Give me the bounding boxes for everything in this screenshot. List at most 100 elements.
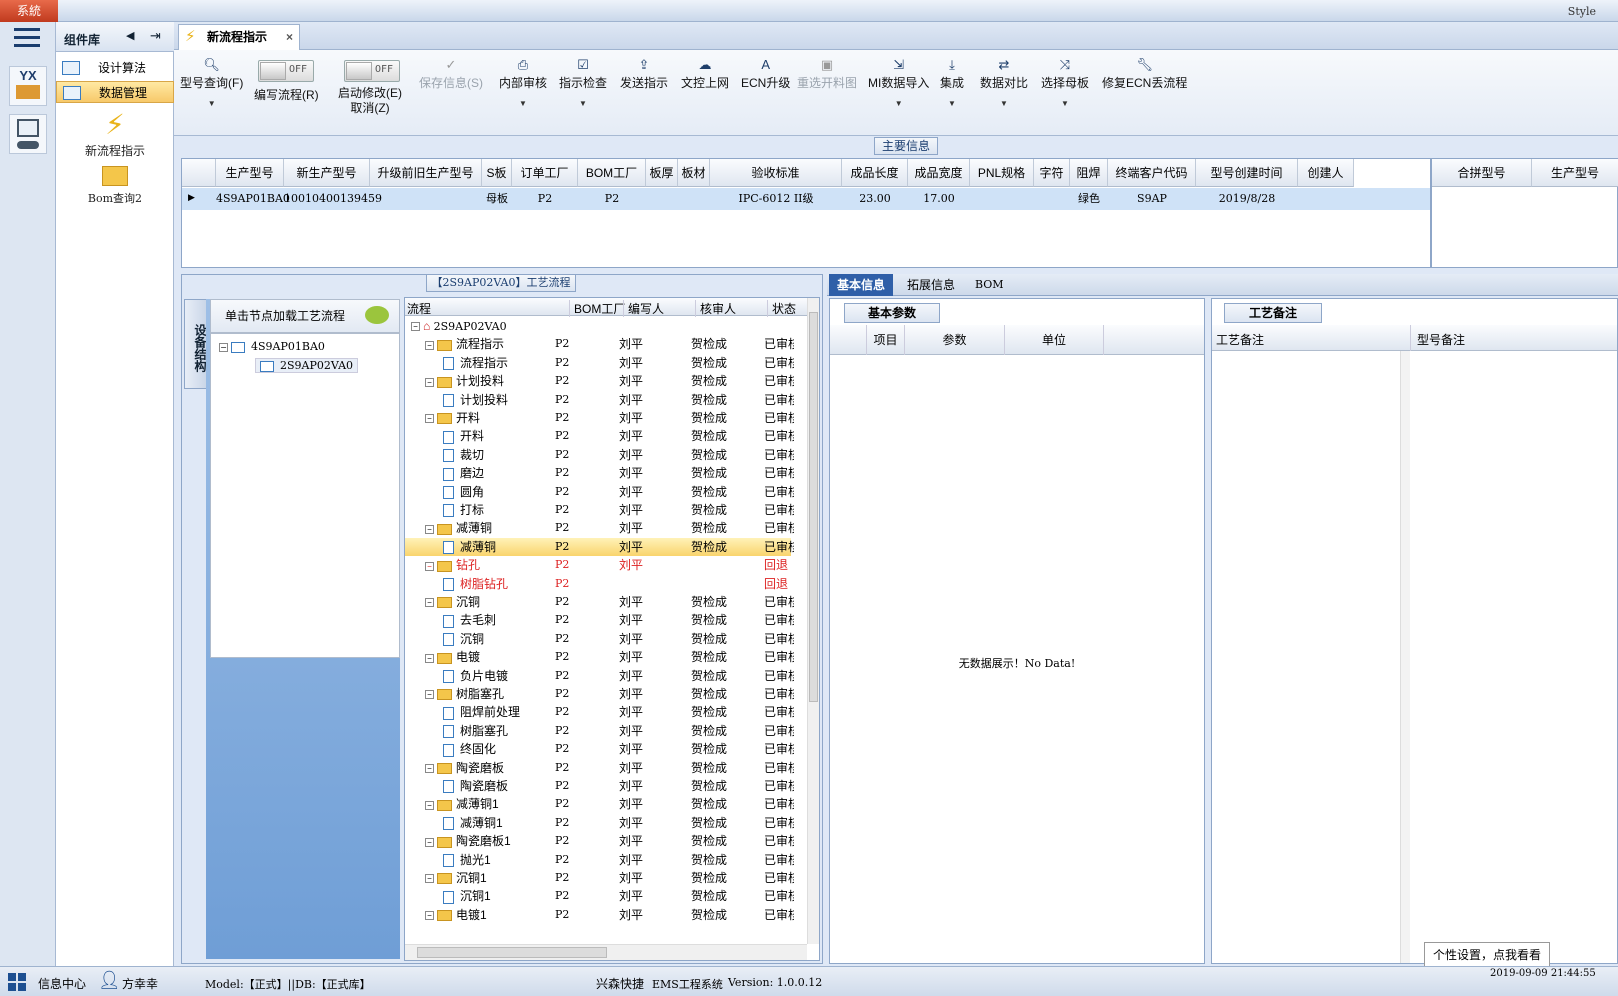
flow-row[interactable]: 负片电镀 P2 刘平 贺检成 已审核 [405, 667, 794, 685]
merge-model-col[interactable]: 合拼型号 [1432, 159, 1532, 187]
mi-import-button[interactable]: ⇲ MI数据导入 ▼ [868, 56, 929, 108]
yx-factory-icon[interactable]: YX [9, 66, 47, 106]
flow-row[interactable]: 流程指示 P2 刘平 贺检成 已审核 [405, 354, 794, 372]
flow-row[interactable]: 开料 P2 刘平 贺检成 已审核 [405, 427, 794, 445]
flow-row[interactable]: 磨边 P2 刘平 贺检成 已审核 [405, 464, 794, 482]
flow-row[interactable]: −电镀 P2 刘平 贺检成 已审核 [405, 648, 794, 666]
col-flow[interactable]: 流程 [407, 300, 431, 317]
tree-node-4s9ap01ba0[interactable]: −4S9AP01BA0 [219, 340, 325, 353]
tab-extended-info[interactable]: 拓展信息 [899, 274, 963, 296]
save-info-button[interactable]: ✓ 保存信息(S) [419, 56, 483, 91]
main-info-col[interactable]: BOM工厂 [578, 159, 646, 187]
flow-row[interactable]: −树脂塞孔 P2 刘平 贺检成 已审核 [405, 685, 794, 703]
model-query-button[interactable]: 🔍︎ 型号查询(F) ▼ [180, 56, 243, 108]
flow-row[interactable]: 圆角 P2 刘平 贺检成 已审核 [405, 483, 794, 501]
remarks-scrollbar[interactable] [1400, 351, 1410, 963]
windows-grid-icon[interactable] [8, 973, 26, 991]
personal-settings-tip[interactable]: 个性设置，点我看看 [1424, 942, 1550, 968]
main-info-col[interactable]: S板 [482, 159, 512, 187]
lib-item-design-algorithm[interactable]: 设计算法 [56, 57, 174, 79]
flow-row[interactable]: 减薄铜1 P2 刘平 贺检成 已审核 [405, 814, 794, 832]
flow-row[interactable]: 减薄铜 P2 刘平 贺检成 已审核 [405, 537, 794, 557]
start-modify-toggle[interactable]: OFF [344, 60, 400, 82]
doc-upload-button[interactable]: ☁ 文控上网 [681, 56, 729, 91]
main-info-col[interactable]: 生产型号 [216, 159, 284, 187]
flow-row[interactable]: −开料 P2 刘平 贺检成 已审核 [405, 409, 794, 427]
main-info-col[interactable]: 升级前旧生产型号 [370, 159, 482, 187]
system-menu-button[interactable]: 系統 [0, 0, 58, 22]
main-info-col[interactable]: 创建人 [1298, 159, 1354, 187]
tab-basic-info[interactable]: 基本信息 [829, 274, 894, 296]
flow-row[interactable]: −计划投料 P2 刘平 贺检成 已审核 [405, 372, 794, 390]
flow-row[interactable]: 裁切 P2 刘平 贺检成 已审核 [405, 446, 794, 464]
calculator-icon[interactable] [9, 114, 47, 154]
tree-node-2s9ap02va0[interactable]: 2S9AP02VA0 [255, 358, 359, 373]
flow-row[interactable]: −陶瓷磨板 P2 刘平 贺检成 已审核 [405, 759, 794, 777]
flow-row[interactable]: −流程指示 P2 刘平 贺检成 已审核 [405, 335, 794, 353]
flow-row[interactable]: 终固化 P2 刘平 贺检成 已审核 [405, 740, 794, 758]
flow-row[interactable]: 阻焊前处理 P2 刘平 贺检成 已审核 [405, 703, 794, 721]
flow-row[interactable]: 沉铜 P2 刘平 贺检成 已审核 [405, 630, 794, 648]
flow-row[interactable]: −沉铜 P2 刘平 贺检成 已审核 [405, 593, 794, 611]
hamburger-menu-icon[interactable] [14, 28, 40, 50]
flow-row[interactable]: −沉铜1 P2 刘平 贺检成 已审核 [405, 869, 794, 887]
data-compare-button[interactable]: ⇄ 数据对比 ▼ [980, 56, 1028, 108]
main-info-col[interactable]: 阻焊 [1070, 159, 1108, 187]
repair-ecn-button[interactable]: 🔧︎ 修复ECN丢流程 [1102, 56, 1187, 91]
main-info-col[interactable]: 板材 [678, 159, 710, 187]
main-info-col[interactable]: 新生产型号 [284, 159, 370, 187]
col-item[interactable]: 项目 [866, 325, 904, 355]
main-info-col[interactable]: 型号创建时间 [1196, 159, 1298, 187]
flow-row[interactable]: −减薄铜 P2 刘平 贺检成 已审核 [405, 519, 794, 537]
horizontal-scrollbar[interactable] [405, 944, 807, 960]
main-info-col[interactable]: 板厚 [646, 159, 678, 187]
edit-flow-toggle[interactable]: OFF [258, 60, 314, 82]
collapse-arrow-icon[interactable]: ◀ [126, 29, 134, 42]
close-icon[interactable]: × [286, 25, 293, 49]
tab-new-flow[interactable]: ⚡ 新流程指示 × [178, 24, 300, 50]
internal-review-button[interactable]: ⎙ 内部审核 ▼ [499, 56, 547, 108]
col-model-remark[interactable]: 型号备注 [1410, 325, 1471, 351]
flow-row[interactable]: 树脂塞孔 P2 刘平 贺检成 已审核 [405, 722, 794, 740]
flow-row[interactable]: − 钻孔 P2 刘平 回退 [405, 556, 791, 574]
flow-row[interactable]: 沉铜1 P2 刘平 贺检成 已审核 [405, 887, 794, 905]
col-bom-factory[interactable]: BOM工厂 [569, 300, 625, 317]
send-instruction-button[interactable]: ⇪ 发送指示 [620, 56, 668, 91]
main-info-col[interactable]: 字符 [1034, 159, 1070, 187]
col-param[interactable]: 参数 [904, 325, 1004, 355]
tree-root[interactable]: − ⌂ 2S9AP02VA0 [405, 317, 791, 335]
integrate-button[interactable]: ⤓ 集成 ▼ [940, 56, 964, 108]
flow-row[interactable]: 抛光1 P2 刘平 贺检成 已审核 [405, 851, 794, 869]
main-info-col[interactable]: 成品长度 [842, 159, 908, 187]
main-info-col[interactable]: 终端客户代码 [1108, 159, 1196, 187]
col-reviewer[interactable]: 核审人 [695, 300, 736, 317]
check-instruction-button[interactable]: ☑ 指示检查 ▼ [559, 56, 607, 108]
info-center-label[interactable]: 信息中心 [38, 975, 86, 992]
flow-row[interactable]: 去毛刺 P2 刘平 贺检成 已审核 [405, 611, 794, 629]
pin-icon[interactable]: ⇥ [150, 28, 161, 44]
vertical-scrollbar[interactable] [807, 298, 819, 944]
flow-row[interactable]: 树脂钻孔 P2 回退 [405, 575, 791, 593]
reselect-cut-button[interactable]: ▣ 重选开料图 [797, 56, 857, 91]
col-craft-remark[interactable]: 工艺备注 [1216, 331, 1264, 348]
main-info-col[interactable]: 成品宽度 [908, 159, 970, 187]
col-writer[interactable]: 编写人 [623, 300, 664, 317]
flow-row[interactable]: 陶瓷磨板 P2 刘平 贺检成 已审核 [405, 777, 794, 795]
flow-row[interactable]: −减薄铜1 P2 刘平 贺检成 已审核 [405, 795, 794, 813]
flow-row[interactable]: −电镀1 P2 刘平 贺检成 已审核 [405, 906, 794, 924]
flow-row[interactable]: −陶瓷磨板1 P2 刘平 贺检成 已审核 [405, 832, 794, 850]
lib-item-data-management[interactable]: 数据管理 [56, 81, 174, 103]
tab-bom[interactable]: BOM [967, 274, 1012, 296]
production-model-col[interactable]: 生产型号 [1532, 159, 1618, 187]
col-unit[interactable]: 单位 [1004, 325, 1104, 355]
main-info-col[interactable]: PNL规格 [970, 159, 1034, 187]
flow-row[interactable]: 打标 P2 刘平 贺检成 已审核 [405, 501, 794, 519]
lib-item-bom-query[interactable]: Bom查询2 [70, 162, 160, 206]
lib-item-new-flow[interactable]: ⚡ 新流程指示 [70, 108, 160, 159]
ecn-upgrade-button[interactable]: A ECN升级 [741, 56, 790, 91]
col-status[interactable]: 状态 [767, 300, 796, 317]
select-mother-button[interactable]: ⤨ 选择母板 ▼ [1041, 56, 1089, 108]
flow-row[interactable]: 计划投料 P2 刘平 贺检成 已审核 [405, 391, 794, 409]
main-info-col[interactable]: 订单工厂 [512, 159, 578, 187]
style-menu[interactable]: Style [1568, 5, 1596, 18]
